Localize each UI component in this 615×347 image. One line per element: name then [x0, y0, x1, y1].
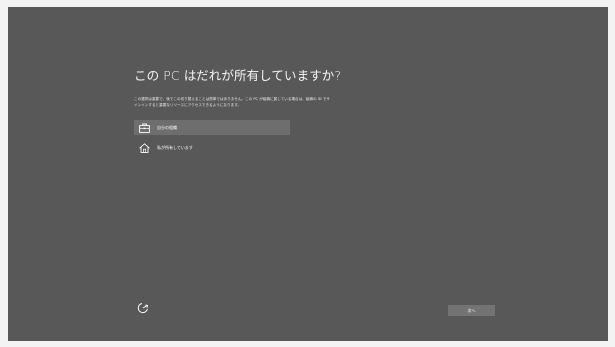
option-my-organization[interactable]: 自分の組織: [134, 120, 290, 135]
home-icon: [138, 142, 150, 154]
ease-of-access-icon: [137, 299, 149, 318]
description-line: インインすると重要なリソースにアクセスできるようになります。: [134, 103, 242, 108]
option-label: 私が所有しています: [157, 144, 193, 150]
next-button[interactable]: 次へ: [448, 305, 495, 316]
page-title: この PC はだれが所有していますか?: [134, 68, 342, 83]
option-label: 自分の組織: [157, 124, 177, 130]
setup-screen: この PC はだれが所有していますか? この選択は重要で、後でこの切り替えること…: [8, 7, 608, 341]
option-i-own-it[interactable]: 私が所有しています: [134, 140, 290, 155]
description: この選択は重要で、後でこの切り替えることは簡単ではありません。この PC が組織…: [134, 96, 434, 109]
briefcase-icon: [138, 122, 150, 134]
ease-of-access-button[interactable]: [135, 300, 151, 316]
